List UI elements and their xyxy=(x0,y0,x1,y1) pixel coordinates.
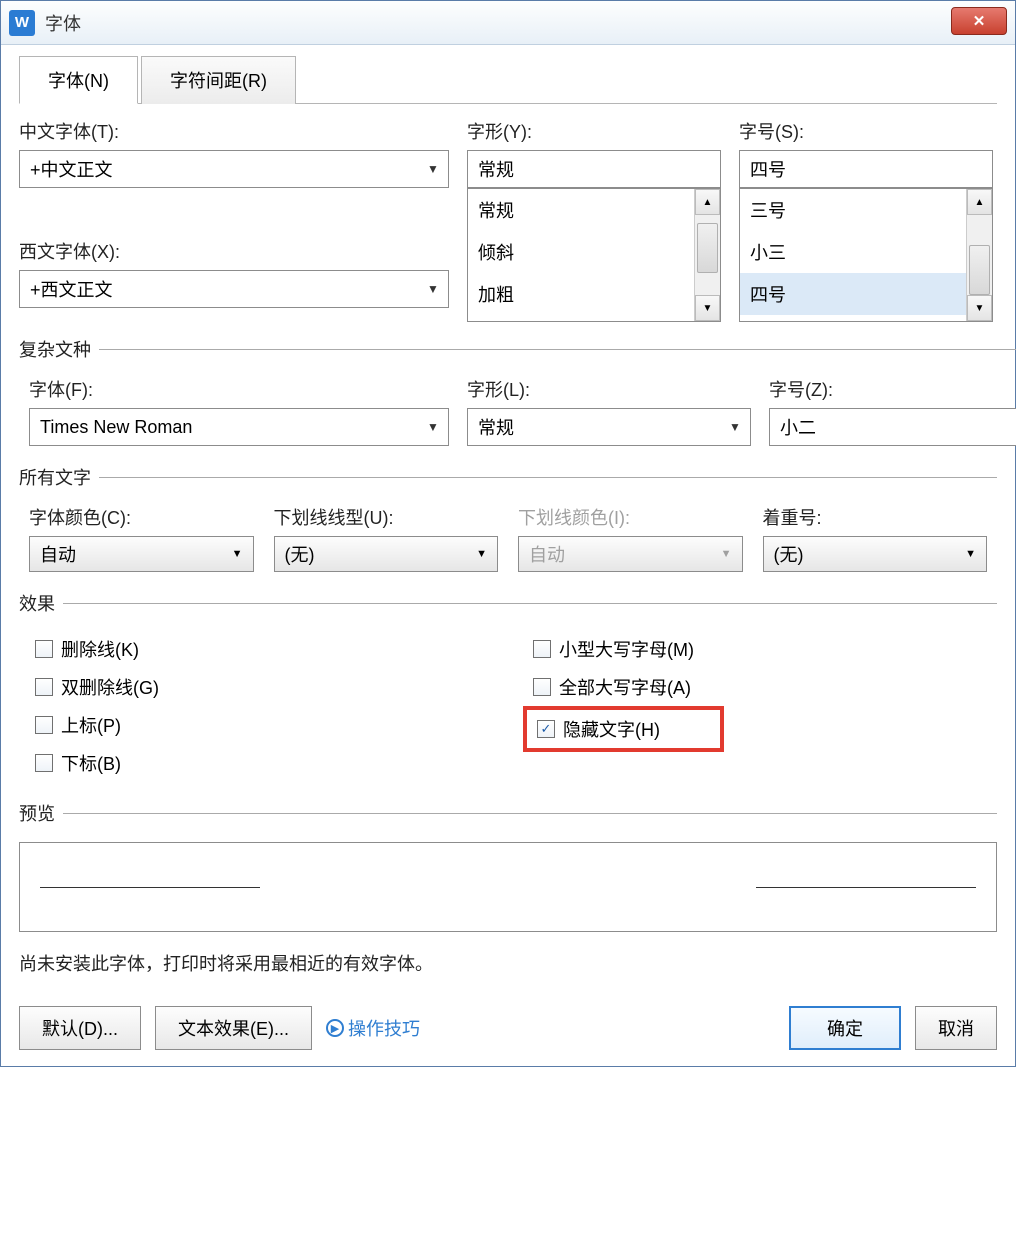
highlight-box: ✓隐藏文字(H) xyxy=(523,706,724,752)
font-color-dropdown[interactable]: 自动▼ xyxy=(29,536,254,572)
chevron-down-icon: ▼ xyxy=(232,548,243,560)
label-underline-color: 下划线颜色(I): xyxy=(518,504,743,530)
checkbox-icon xyxy=(35,716,53,734)
scroll-up-icon[interactable]: ▲ xyxy=(695,189,720,215)
label-complex-size: 字号(Z): xyxy=(769,376,1016,402)
cancel-button[interactable]: 取消 xyxy=(915,1006,997,1050)
window-title: 字体 xyxy=(45,10,81,36)
play-icon: ▶ xyxy=(326,1019,344,1037)
chevron-down-icon[interactable]: ▼ xyxy=(418,282,448,296)
legend-all-text: 所有文字 xyxy=(19,464,99,490)
cn-font-input[interactable] xyxy=(20,159,418,180)
checkbox-superscript[interactable]: 上标(P) xyxy=(19,706,499,744)
button-bar: 默认(D)... 文本效果(E)... ▶操作技巧 确定 取消 xyxy=(1,996,1015,1066)
legend-complex: 复杂文种 xyxy=(19,336,99,362)
checkbox-smallcaps[interactable]: 小型大写字母(M) xyxy=(517,630,997,668)
tab-bar: 字体(N) 字符间距(R) xyxy=(19,55,997,104)
complex-size-input[interactable] xyxy=(770,417,1016,438)
label-emphasis: 着重号: xyxy=(763,504,988,530)
checkbox-hidden[interactable]: ✓隐藏文字(H) xyxy=(531,716,660,742)
preview-group: 预览 xyxy=(19,800,997,936)
en-font-combo[interactable]: ▼ xyxy=(19,270,449,308)
font-dialog: W 字体 ✕ 字体(N) 字符间距(R) 中文字体(T): ▼ 西文字体(X):… xyxy=(0,0,1016,1067)
style-combo[interactable] xyxy=(467,150,721,188)
checkbox-icon xyxy=(35,678,53,696)
scroll-up-icon[interactable]: ▲ xyxy=(967,189,992,215)
chevron-down-icon[interactable]: ▼ xyxy=(720,420,750,434)
label-style: 字形(Y): xyxy=(467,118,721,144)
checkbox-icon: ✓ xyxy=(537,720,555,738)
close-button[interactable]: ✕ xyxy=(951,7,1007,35)
chevron-down-icon: ▼ xyxy=(721,548,732,560)
list-item[interactable]: 加粗 xyxy=(468,273,694,315)
checkbox-allcaps[interactable]: 全部大写字母(A) xyxy=(517,668,997,706)
app-icon: W xyxy=(9,10,35,36)
complex-size-combo[interactable]: ▼ xyxy=(769,408,1016,446)
complex-font-input[interactable] xyxy=(30,417,418,438)
tab-spacing[interactable]: 字符间距(R) xyxy=(141,56,296,104)
chevron-down-icon[interactable]: ▼ xyxy=(418,420,448,434)
complex-font-combo[interactable]: ▼ xyxy=(29,408,449,446)
chevron-down-icon: ▼ xyxy=(965,548,976,560)
tips-link[interactable]: ▶操作技巧 xyxy=(326,1015,420,1041)
complex-style-combo[interactable]: ▼ xyxy=(467,408,751,446)
chevron-down-icon[interactable]: ▼ xyxy=(418,162,448,176)
label-complex-style: 字形(L): xyxy=(467,376,751,402)
preview-line xyxy=(756,887,976,888)
label-complex-font: 字体(F): xyxy=(29,376,449,402)
size-listbox[interactable]: 三号 小三 四号 ▲ ▼ xyxy=(739,188,993,322)
titlebar: W 字体 ✕ xyxy=(1,1,1015,45)
legend-preview: 预览 xyxy=(19,800,63,826)
label-cn-font: 中文字体(T): xyxy=(19,118,449,144)
label-size: 字号(S): xyxy=(739,118,993,144)
list-item[interactable]: 倾斜 xyxy=(468,231,694,273)
list-item[interactable]: 小三 xyxy=(740,231,966,273)
checkbox-icon xyxy=(35,640,53,658)
list-item[interactable]: 三号 xyxy=(740,189,966,231)
ok-button[interactable]: 确定 xyxy=(789,1006,901,1050)
checkbox-subscript[interactable]: 下标(B) xyxy=(19,744,499,782)
legend-effects: 效果 xyxy=(19,590,63,616)
en-font-input[interactable] xyxy=(20,279,418,300)
scrollbar[interactable]: ▲ ▼ xyxy=(966,189,992,321)
tab-font[interactable]: 字体(N) xyxy=(19,56,138,104)
label-underline: 下划线线型(U): xyxy=(274,504,499,530)
scrollbar[interactable]: ▲ ▼ xyxy=(694,189,720,321)
close-icon: ✕ xyxy=(973,12,986,30)
preview-line xyxy=(40,887,260,888)
list-item[interactable]: 常规 xyxy=(468,189,694,231)
effects-group: 效果 删除线(K) 双删除线(G) 上标(P) 下标(B) 小型大写字母(M) … xyxy=(19,590,997,786)
checkbox-double-strike[interactable]: 双删除线(G) xyxy=(19,668,499,706)
all-text-group: 所有文字 字体颜色(C): 自动▼ 下划线线型(U): (无)▼ 下划线颜色(I… xyxy=(19,464,997,576)
size-input[interactable] xyxy=(740,159,992,180)
status-message: 尚未安装此字体，打印时将采用最相近的有效字体。 xyxy=(19,936,997,982)
text-effect-button[interactable]: 文本效果(E)... xyxy=(155,1006,312,1050)
label-font-color: 字体颜色(C): xyxy=(29,504,254,530)
scroll-down-icon[interactable]: ▼ xyxy=(695,295,720,321)
complex-style-input[interactable] xyxy=(468,417,720,438)
size-combo[interactable] xyxy=(739,150,993,188)
checkbox-strike[interactable]: 删除线(K) xyxy=(19,630,499,668)
checkbox-icon xyxy=(533,678,551,696)
scroll-thumb[interactable] xyxy=(697,223,718,273)
underline-color-dropdown: 自动▼ xyxy=(518,536,743,572)
underline-dropdown[interactable]: (无)▼ xyxy=(274,536,499,572)
checkbox-icon xyxy=(533,640,551,658)
default-button[interactable]: 默认(D)... xyxy=(19,1006,141,1050)
style-listbox[interactable]: 常规 倾斜 加粗 ▲ ▼ xyxy=(467,188,721,322)
style-input[interactable] xyxy=(468,159,720,180)
checkbox-icon xyxy=(35,754,53,772)
list-item[interactable]: 四号 xyxy=(740,273,966,315)
scroll-thumb[interactable] xyxy=(969,245,990,295)
scroll-down-icon[interactable]: ▼ xyxy=(967,295,992,321)
chevron-down-icon: ▼ xyxy=(476,548,487,560)
label-en-font: 西文字体(X): xyxy=(19,238,449,264)
cn-font-combo[interactable]: ▼ xyxy=(19,150,449,188)
emphasis-dropdown[interactable]: (无)▼ xyxy=(763,536,988,572)
preview-box xyxy=(19,842,997,932)
complex-script-group: 复杂文种 字体(F): ▼ 字形(L): ▼ 字 xyxy=(19,336,1016,450)
